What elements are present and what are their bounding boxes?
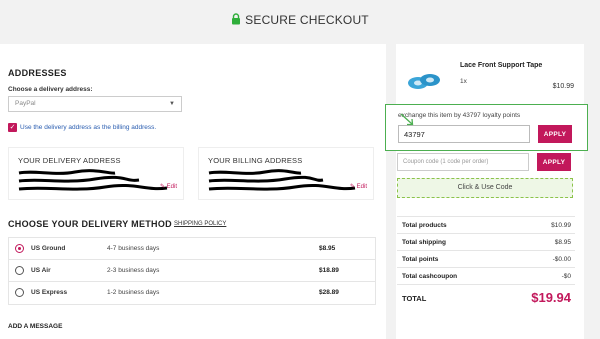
page-title: SECURE CHECKOUT <box>245 13 369 27</box>
product-price: $10.99 <box>552 83 574 90</box>
total-value: -$0 <box>561 273 571 280</box>
total-label: Total cashcoupon <box>402 273 458 280</box>
total-products-row: Total products $10.99 <box>397 216 575 233</box>
shipping-option-us-air[interactable]: US Air 2-3 business days $18.89 <box>9 260 375 282</box>
choose-address-label: Choose a delivery address: <box>8 86 93 93</box>
shipping-radio-us-air[interactable] <box>15 266 24 275</box>
total-points-row: Total points -$0.00 <box>397 250 575 267</box>
loyalty-exchange-text: exchange this item by 43797 loyalty poin… <box>398 112 521 119</box>
shipping-option-price: $28.89 <box>319 289 339 296</box>
total-shipping-row: Total shipping $8.95 <box>397 233 575 250</box>
redacted-address-scribble <box>18 169 168 191</box>
total-label: Total products <box>402 222 447 229</box>
shipping-option-name: US Ground <box>31 245 66 252</box>
delivery-address-card: YOUR DELIVERY ADDRESS ✎ Edit <box>8 147 184 200</box>
same-billing-checkbox[interactable]: ✓ <box>8 123 17 132</box>
order-summary-panel: Lace Front Support Tape 1x $10.99 exchan… <box>385 44 588 339</box>
shipping-option-days: 1-2 business days <box>107 289 160 296</box>
edit-delivery-address-link[interactable]: ✎ Edit <box>160 183 177 190</box>
apply-coupon-button[interactable]: APPLY <box>537 153 571 171</box>
shipping-option-days: 2-3 business days <box>107 267 160 274</box>
product-image <box>405 59 443 105</box>
total-value: -$0.00 <box>552 256 571 263</box>
total-cashcoupon-row: Total cashcoupon -$0 <box>397 267 575 284</box>
checkout-header: SECURE CHECKOUT <box>0 0 600 40</box>
delivery-method-heading: CHOOSE YOUR DELIVERY METHOD <box>8 219 172 229</box>
checkout-main-panel: ADDRESSES Choose a delivery address: Pay… <box>0 44 386 339</box>
shipping-option-name: US Air <box>31 267 51 274</box>
shipping-option-price: $8.95 <box>319 245 336 252</box>
arrow-marker-icon <box>400 113 414 126</box>
click-and-use-code-button[interactable]: Click & Use Code <box>397 178 573 198</box>
billing-address-card: YOUR BILLING ADDRESS ✎ Edit <box>198 147 374 200</box>
delivery-address-select[interactable]: PayPal ▼ <box>8 96 182 112</box>
shipping-options-table: US Ground 4-7 business days $8.95 US Air… <box>8 237 376 305</box>
shipping-radio-us-express[interactable] <box>15 288 24 297</box>
redacted-address-scribble <box>208 169 356 191</box>
same-billing-label: Use the delivery address as the billing … <box>20 124 157 131</box>
total-label: Total shipping <box>402 239 446 246</box>
shipping-option-days: 4-7 business days <box>107 245 160 252</box>
lock-icon <box>232 13 241 25</box>
total-value: $10.99 <box>551 222 571 229</box>
grand-total-row: TOTAL $19.94 <box>397 284 575 310</box>
add-message-link[interactable]: ADD A MESSAGE <box>8 323 62 330</box>
shipping-option-price: $18.89 <box>319 267 339 274</box>
edit-billing-address-link[interactable]: ✎ Edit <box>350 183 367 190</box>
total-value: $8.95 <box>554 239 571 246</box>
loyalty-points-input[interactable]: 43797 <box>398 125 530 143</box>
product-name: Lace Front Support Tape <box>460 62 543 69</box>
order-totals: Total products $10.99 Total shipping $8.… <box>397 216 575 310</box>
product-quantity: 1x <box>460 78 467 85</box>
loyalty-points-box: exchange this item by 43797 loyalty poin… <box>385 104 588 151</box>
selected-address-value: PayPal <box>15 100 36 107</box>
shipping-option-name: US Express <box>31 289 68 296</box>
total-label: Total points <box>402 256 439 263</box>
shipping-option-us-express[interactable]: US Express 1-2 business days $28.89 <box>9 282 375 304</box>
shipping-option-us-ground[interactable]: US Ground 4-7 business days $8.95 <box>9 238 375 260</box>
shipping-radio-us-ground[interactable] <box>15 244 24 253</box>
delivery-address-title: YOUR DELIVERY ADDRESS <box>18 156 121 165</box>
grand-total-label: TOTAL <box>402 294 427 303</box>
coupon-code-input[interactable]: Coupon code (1 code per order) <box>397 153 529 171</box>
grand-total-value: $19.94 <box>531 290 571 305</box>
apply-loyalty-button[interactable]: APPLY <box>538 125 572 143</box>
billing-address-title: YOUR BILLING ADDRESS <box>208 156 303 165</box>
shipping-policy-link[interactable]: SHIPPING POLICY <box>174 221 226 227</box>
addresses-heading: ADDRESSES <box>8 68 67 78</box>
chevron-down-icon: ▼ <box>169 101 175 107</box>
